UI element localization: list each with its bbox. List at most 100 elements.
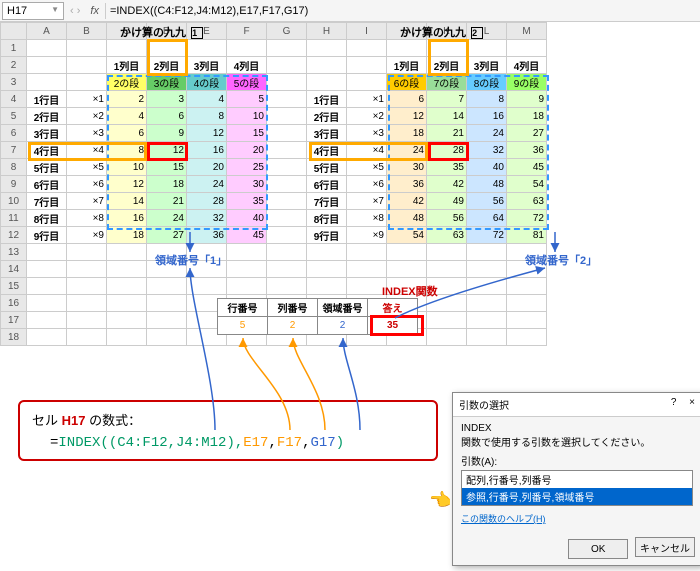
- cell[interactable]: 12: [107, 176, 147, 193]
- cell[interactable]: 9の段: [507, 74, 547, 91]
- cell[interactable]: 48: [467, 176, 507, 193]
- cell[interactable]: 6の段: [387, 74, 427, 91]
- cell[interactable]: ×3: [67, 125, 107, 142]
- cell[interactable]: 2行目: [27, 108, 67, 125]
- cell[interactable]: 1行目: [307, 91, 347, 108]
- cell[interactable]: 45: [507, 159, 547, 176]
- cell[interactable]: 42: [427, 176, 467, 193]
- cell[interactable]: 4の段: [187, 74, 227, 91]
- cell[interactable]: 7行目: [27, 193, 67, 210]
- cell[interactable]: [347, 278, 387, 295]
- cell[interactable]: [107, 278, 147, 295]
- cell[interactable]: 9: [507, 91, 547, 108]
- ok-button[interactable]: OK: [568, 539, 628, 559]
- cell[interactable]: 72: [507, 210, 547, 227]
- cell[interactable]: 1列目: [107, 57, 147, 74]
- cell[interactable]: [67, 329, 107, 346]
- cell[interactable]: ×5: [67, 159, 107, 176]
- cell[interactable]: [67, 278, 107, 295]
- cell[interactable]: 2列目: [147, 57, 187, 74]
- cell[interactable]: [107, 40, 147, 57]
- cell[interactable]: [107, 261, 147, 278]
- dialog-close-icon[interactable]: ×: [689, 397, 695, 408]
- cell[interactable]: [67, 40, 107, 57]
- cell[interactable]: 12: [187, 125, 227, 142]
- cell[interactable]: 28: [427, 142, 467, 159]
- cell[interactable]: [227, 261, 267, 278]
- cell[interactable]: ×7: [67, 193, 107, 210]
- cell[interactable]: 3列目: [467, 57, 507, 74]
- cell[interactable]: [27, 57, 67, 74]
- cell[interactable]: 32: [187, 210, 227, 227]
- cell[interactable]: [67, 244, 107, 261]
- cell[interactable]: 30: [227, 176, 267, 193]
- cell[interactable]: 8行目: [27, 210, 67, 227]
- cell[interactable]: 1行目: [27, 91, 67, 108]
- cell[interactable]: [267, 74, 307, 91]
- cell[interactable]: [67, 57, 107, 74]
- cell[interactable]: [307, 57, 347, 74]
- cell[interactable]: 4行目: [307, 142, 347, 159]
- cell[interactable]: 42: [387, 193, 427, 210]
- cell[interactable]: ×8: [67, 210, 107, 227]
- cell[interactable]: ×3: [347, 125, 387, 142]
- cell[interactable]: 30: [387, 159, 427, 176]
- cell[interactable]: 18: [147, 176, 187, 193]
- cell[interactable]: 16: [187, 142, 227, 159]
- cell[interactable]: 3行目: [307, 125, 347, 142]
- cell[interactable]: 36: [507, 142, 547, 159]
- col-header[interactable]: A: [27, 23, 67, 40]
- col-header[interactable]: [1, 23, 27, 40]
- cell[interactable]: [27, 261, 67, 278]
- cell[interactable]: [227, 244, 267, 261]
- cell[interactable]: [467, 278, 507, 295]
- name-box-dropdown-icon[interactable]: ▼: [51, 5, 59, 17]
- cell[interactable]: [307, 278, 347, 295]
- cell[interactable]: [387, 244, 427, 261]
- cell[interactable]: 25: [227, 159, 267, 176]
- cell[interactable]: [507, 295, 547, 312]
- row-header[interactable]: 10: [1, 193, 27, 210]
- cell[interactable]: 56: [427, 210, 467, 227]
- cell[interactable]: ×2: [67, 108, 107, 125]
- cell[interactable]: 49: [427, 193, 467, 210]
- cell[interactable]: [147, 329, 187, 346]
- cell[interactable]: 6: [107, 125, 147, 142]
- cell[interactable]: [267, 210, 307, 227]
- dialog-help-link[interactable]: この関数のヘルプ(H): [461, 514, 546, 524]
- cell[interactable]: 20: [187, 159, 227, 176]
- col-header[interactable]: B: [67, 23, 107, 40]
- col-header[interactable]: F: [227, 23, 267, 40]
- col-header[interactable]: G: [267, 23, 307, 40]
- arg-option-2[interactable]: 参照,行番号,列番号,領域番号: [462, 488, 692, 505]
- row-header[interactable]: 7: [1, 142, 27, 159]
- cell[interactable]: [467, 40, 507, 57]
- cell[interactable]: 18: [507, 108, 547, 125]
- cell[interactable]: [27, 278, 67, 295]
- cell[interactable]: 24: [387, 142, 427, 159]
- cell[interactable]: [267, 125, 307, 142]
- cell[interactable]: 4: [107, 108, 147, 125]
- cell[interactable]: 18: [107, 227, 147, 244]
- cell[interactable]: 9行目: [27, 227, 67, 244]
- cell[interactable]: [267, 227, 307, 244]
- cell[interactable]: [67, 295, 107, 312]
- cell[interactable]: ×6: [347, 176, 387, 193]
- formula-input[interactable]: =INDEX((C4:F12,J4:M12),E17,F17,G17): [105, 3, 700, 19]
- cell[interactable]: [267, 176, 307, 193]
- cell[interactable]: [107, 329, 147, 346]
- cell[interactable]: 12: [147, 142, 187, 159]
- row-header[interactable]: 6: [1, 125, 27, 142]
- cell[interactable]: [67, 74, 107, 91]
- cell[interactable]: [467, 244, 507, 261]
- cell[interactable]: [507, 329, 547, 346]
- cell[interactable]: 36: [387, 176, 427, 193]
- cell[interactable]: [27, 244, 67, 261]
- cell[interactable]: 16: [467, 108, 507, 125]
- cell[interactable]: ×2: [347, 108, 387, 125]
- cell[interactable]: 14: [107, 193, 147, 210]
- cell[interactable]: 63: [507, 193, 547, 210]
- cell[interactable]: 6: [387, 91, 427, 108]
- row-header[interactable]: 14: [1, 261, 27, 278]
- cell[interactable]: 14: [427, 108, 467, 125]
